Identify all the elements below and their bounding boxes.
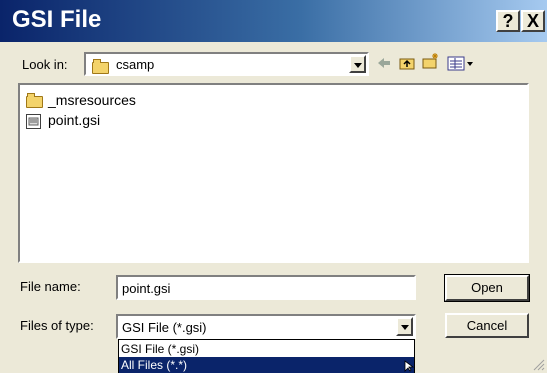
mouse-cursor-icon [404,360,414,372]
view-menu-icon[interactable] [446,54,476,72]
file-list[interactable]: _msresources point.gsi [18,83,529,263]
open-button[interactable]: Open [444,274,530,302]
close-button[interactable]: X [521,10,545,32]
list-item-label: _msresources [48,92,136,108]
look-in-label: Look in: [22,57,68,72]
list-item-label: point.gsi [48,112,101,128]
folder-icon [92,59,109,74]
file-name-label: File name: [20,279,81,294]
folder-icon [26,93,43,108]
file-dialog: GSI File ? X Look in: csamp _msresources [0,0,547,373]
resize-grip-icon[interactable] [531,357,545,371]
files-of-type-label: Files of type: [20,318,94,333]
file-type-dropdown-button[interactable] [396,317,413,336]
help-button[interactable]: ? [496,10,520,32]
back-arrow-icon[interactable] [375,54,393,72]
window-title: GSI File [12,6,102,33]
up-folder-icon[interactable] [398,54,416,72]
new-folder-icon[interactable] [421,52,439,70]
file-type-options-list[interactable]: GSI File (*.gsi) All Files (*.*) [118,339,415,373]
title-bar[interactable]: GSI File ? X [0,0,547,42]
file-type-option[interactable]: GSI File (*.gsi) [119,341,414,357]
look-in-combo[interactable]: csamp [84,52,369,76]
file-type-combo[interactable]: GSI File (*.gsi) [116,314,416,339]
file-name-input[interactable]: point.gsi [116,275,416,300]
file-type-option-selected[interactable]: All Files (*.*) [119,357,414,373]
look-in-value: csamp [116,57,155,72]
file-type-value: GSI File (*.gsi) [122,320,207,335]
cancel-button[interactable]: Cancel [445,313,529,338]
list-item-file[interactable]: point.gsi [24,112,184,130]
list-item-folder[interactable]: _msresources [24,92,184,110]
gsi-file-icon [26,114,41,129]
look-in-dropdown-button[interactable] [349,55,366,73]
